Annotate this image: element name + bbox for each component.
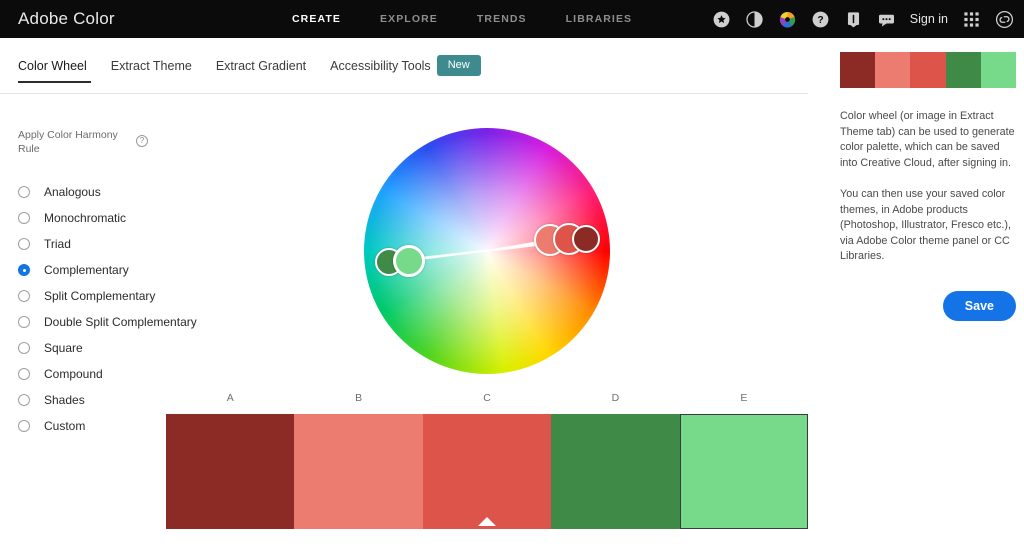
swatch-label-a: A: [166, 392, 294, 410]
star-icon[interactable]: [712, 10, 731, 29]
color-wheel-area[interactable]: [364, 128, 610, 374]
info-side-panel: Color wheel (or image in Extract Theme t…: [840, 52, 1016, 321]
palette-swatch-d[interactable]: [551, 414, 679, 529]
radio-icon-selected: [18, 264, 30, 276]
rule-label: Double Split Complementary: [44, 315, 197, 329]
nav-item-trends[interactable]: TRENDS: [477, 13, 527, 25]
rule-option-triad[interactable]: Triad: [18, 231, 218, 257]
radio-icon: [18, 186, 30, 198]
new-badge: New: [437, 55, 481, 76]
palette-preview-strip: [840, 52, 1016, 88]
bookmark-icon[interactable]: [844, 10, 863, 29]
preview-swatch-a: [840, 52, 875, 88]
nav-item-libraries[interactable]: LIBRARIES: [566, 13, 633, 25]
rule-option-double-split-complementary[interactable]: Double Split Complementary: [18, 309, 218, 335]
creative-cloud-icon[interactable]: [995, 10, 1014, 29]
adobe-color-app: Adobe Color CREATE EXPLORE TRENDS LIBRAR…: [0, 0, 1024, 550]
help-icon[interactable]: ?: [811, 10, 830, 29]
tab-extract-theme-label: Extract Theme: [111, 59, 192, 73]
preview-swatch-e: [981, 52, 1016, 88]
nav-item-explore[interactable]: EXPLORE: [380, 13, 438, 25]
app-brand-title[interactable]: Adobe Color: [18, 9, 115, 29]
palette-swatch-c[interactable]: [423, 414, 551, 529]
sign-in-link[interactable]: Sign in: [910, 12, 948, 26]
tool-tab-bar: Color Wheel Extract Theme Extract Gradie…: [0, 38, 808, 94]
tab-color-wheel[interactable]: Color Wheel: [16, 38, 99, 94]
rule-option-analogous[interactable]: Analogous: [18, 179, 218, 205]
info-paragraph-2: You can then use your saved color themes…: [840, 187, 1016, 265]
radio-icon: [18, 238, 30, 250]
contrast-icon[interactable]: [745, 10, 764, 29]
tab-accessibility-tools[interactable]: Accessibility Tools New: [318, 38, 493, 94]
radio-icon: [18, 212, 30, 224]
primary-nav: CREATE EXPLORE TRENDS LIBRARIES: [292, 0, 632, 38]
tab-extract-gradient[interactable]: Extract Gradient: [204, 38, 318, 94]
base-color-indicator-icon: [478, 517, 496, 526]
top-bar-icon-group: ? Sign in: [712, 0, 1014, 38]
tab-extract-gradient-label: Extract Gradient: [216, 59, 306, 73]
palette-swatch-b[interactable]: [294, 414, 422, 529]
top-navigation-bar: Adobe Color CREATE EXPLORE TRENDS LIBRAR…: [0, 0, 1024, 38]
radio-icon: [18, 290, 30, 302]
tab-color-wheel-label: Color Wheel: [18, 59, 87, 73]
preview-swatch-d: [946, 52, 981, 88]
nav-item-create[interactable]: CREATE: [292, 13, 341, 25]
rule-label: Complementary: [44, 263, 129, 277]
save-button[interactable]: Save: [943, 291, 1016, 321]
rule-option-monochromatic[interactable]: Monochromatic: [18, 205, 218, 231]
rule-option-square[interactable]: Square: [18, 335, 218, 361]
rule-option-split-complementary[interactable]: Split Complementary: [18, 283, 218, 309]
app-grid-icon[interactable]: [962, 10, 981, 29]
radio-icon: [18, 316, 30, 328]
palette-swatch-a[interactable]: [166, 414, 294, 529]
swatch-label-d: D: [551, 392, 679, 410]
rule-label: Shades: [44, 393, 85, 407]
color-wheel-icon[interactable]: [778, 10, 797, 29]
svg-text:?: ?: [817, 15, 823, 26]
info-paragraph-1: Color wheel (or image in Extract Theme t…: [840, 109, 1016, 171]
swatch-label-row: A B C D E: [166, 392, 808, 410]
radio-icon: [18, 342, 30, 354]
rule-label: Triad: [44, 237, 71, 251]
rule-option-complementary[interactable]: Complementary: [18, 257, 218, 283]
chat-icon[interactable]: [877, 10, 896, 29]
palette-swatch-strip: [166, 414, 808, 529]
rule-label: Split Complementary: [44, 289, 155, 303]
radio-icon: [18, 368, 30, 380]
swatch-label-c: C: [423, 392, 551, 410]
swatch-label-b: B: [294, 392, 422, 410]
preview-swatch-c: [910, 52, 945, 88]
rule-label: Compound: [44, 367, 103, 381]
rule-label: Square: [44, 341, 83, 355]
marker-A-handle[interactable]: [572, 225, 600, 253]
tab-accessibility-tools-label: Accessibility Tools: [330, 59, 431, 73]
radio-icon: [18, 420, 30, 432]
marker-E-handle[interactable]: [393, 245, 425, 277]
swatch-label-e: E: [680, 392, 808, 410]
tab-extract-theme[interactable]: Extract Theme: [99, 38, 204, 94]
preview-swatch-b: [875, 52, 910, 88]
harmony-help-icon[interactable]: ?: [136, 135, 148, 147]
rule-label: Analogous: [44, 185, 101, 199]
rule-label: Custom: [44, 419, 85, 433]
rule-option-compound[interactable]: Compound: [18, 361, 218, 387]
harmony-panel-title: Apply Color Harmony Rule: [18, 128, 126, 156]
radio-icon: [18, 394, 30, 406]
save-button-row: Save: [840, 265, 1016, 321]
palette-swatch-e[interactable]: [680, 414, 808, 529]
rule-label: Monochromatic: [44, 211, 126, 225]
